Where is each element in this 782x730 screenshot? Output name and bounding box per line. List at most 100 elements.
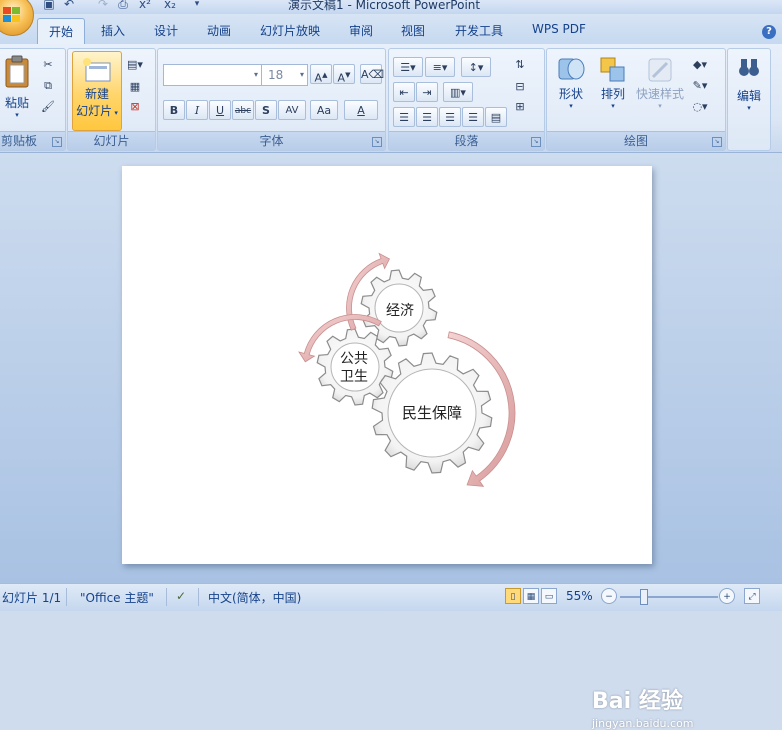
drawing-launcher-icon[interactable]: ↘ — [712, 137, 722, 147]
fit-to-window-icon[interactable]: ⤢ — [744, 588, 760, 604]
copy-icon[interactable]: ⧉ — [37, 76, 59, 96]
help-icon[interactable]: ? — [762, 25, 776, 39]
spell-check-icon[interactable]: ✓ — [176, 589, 186, 603]
font-launcher-icon[interactable]: ↘ — [372, 137, 382, 147]
arrange-dropdown-icon[interactable]: ▾ — [593, 102, 633, 110]
shapes-button[interactable]: 形状 ▾ — [551, 55, 591, 110]
editing-label: 编辑 — [736, 89, 761, 103]
font-size-combo[interactable]: 18 ▾ — [261, 64, 308, 86]
zoom-slider-track[interactable] — [620, 596, 718, 598]
gear-label-livelihood[interactable]: 民生保障 — [384, 402, 480, 423]
group-paragraph: ☰▾ ≡▾ ↕▾ ⇅ ⇤ ⇥ ▥▾ ⊟ ⊞ ☰ ☰ ☰ ☰ ▤ 段落 ↘ — [388, 48, 545, 151]
zoom-slider-thumb[interactable] — [640, 589, 648, 605]
line-spacing-icon[interactable]: ↕▾ — [461, 57, 491, 77]
delete-slide-icon[interactable]: ⊠ — [124, 97, 146, 117]
watermark-logo-text: Bai 经验 — [592, 689, 683, 714]
title-bar: ▣ ↶ ↷ ⎙ x² x₂ ▾ 演示文稿1 - Microsoft PowerP… — [0, 0, 782, 14]
gear-label-economy[interactable]: 经济 — [374, 300, 426, 320]
new-slide-label-1: 新建 — [84, 87, 109, 101]
align-left-icon[interactable]: ☰ — [393, 107, 415, 127]
group-drawing: 形状 ▾ 排列 ▾ 快速样式 ▾ ◆▾ ✎▾ ◌▾ 绘图 ↘ — [546, 48, 726, 151]
cut-icon[interactable]: ✂ — [37, 55, 59, 75]
subscript-icon[interactable]: x₂ — [163, 0, 177, 11]
binoculars-icon — [739, 59, 759, 76]
ribbon: 粘贴 ▾ ✂ ⧉ 🖌 剪贴板 ↘ 新建 幻灯片 ▾ ▤▾ ▦ ⊠ 幻灯片 ▾ 1… — [0, 44, 782, 153]
numbering-icon[interactable]: ≡▾ — [425, 57, 455, 77]
char-spacing-button[interactable]: AV — [278, 100, 306, 120]
bullets-icon[interactable]: ☰▾ — [393, 57, 423, 77]
tab-view[interactable]: 视图 — [401, 22, 425, 39]
gear-label-public-health[interactable]: 公共 卫生 — [328, 350, 380, 386]
paste-dropdown-icon[interactable]: ▾ — [3, 111, 31, 119]
shape-fill-icon[interactable]: ◆▾ — [689, 55, 711, 75]
clear-format-icon[interactable]: A⌫ — [360, 64, 384, 84]
decrease-indent-icon[interactable]: ⇤ — [393, 82, 415, 102]
font-name-combo[interactable]: ▾ — [163, 64, 262, 86]
slide-canvas[interactable]: 经济 公共 卫生 民生保障 — [122, 166, 652, 564]
tab-slideshow[interactable]: 幻灯片放映 — [260, 22, 320, 39]
font-size-dropdown-icon[interactable]: ▾ — [300, 65, 304, 85]
tab-review[interactable]: 审阅 — [349, 22, 373, 39]
normal-view-icon[interactable]: ▯ — [505, 588, 521, 604]
font-group-label: 字体 — [158, 131, 385, 150]
font-color-button[interactable]: A — [344, 100, 378, 120]
editing-button[interactable]: 编辑 ▾ — [730, 55, 768, 112]
quick-styles-dropdown-icon[interactable]: ▾ — [633, 102, 687, 110]
align-right-icon[interactable]: ☰ — [439, 107, 461, 127]
text-direction-icon[interactable]: ⇅ — [509, 55, 531, 75]
redo-icon[interactable]: ↷ — [96, 0, 110, 11]
paste-label: 粘贴 — [4, 96, 29, 110]
tab-wps-pdf[interactable]: WPS PDF — [532, 22, 586, 36]
shape-outline-icon[interactable]: ✎▾ — [689, 76, 711, 96]
slideshow-view-icon[interactable]: ▭ — [541, 588, 557, 604]
arrange-button[interactable]: 排列 ▾ — [593, 55, 633, 110]
format-painter-icon[interactable]: 🖌 — [37, 97, 59, 117]
shape-effects-icon[interactable]: ◌▾ — [689, 97, 711, 117]
gear-diagram[interactable] — [122, 166, 652, 564]
paste-icon — [5, 55, 29, 88]
ribbon-tabs: 开始 插入 设计 动画 幻灯片放映 审阅 视图 开发工具 WPS PDF ? — [0, 14, 782, 46]
quick-styles-button[interactable]: 快速样式 ▾ — [633, 55, 687, 110]
italic-button[interactable]: I — [186, 100, 208, 120]
undo-icon[interactable]: ↶ — [62, 0, 76, 11]
shrink-font-icon[interactable]: A▼ — [333, 64, 355, 85]
tab-design[interactable]: 设计 — [154, 22, 178, 39]
paste-button[interactable]: 粘贴 ▾ — [3, 55, 31, 119]
change-case-button[interactable]: Aa — [310, 100, 338, 120]
smartart-convert-icon[interactable]: ⊞ — [509, 97, 531, 117]
reset-slide-icon[interactable]: ▦ — [124, 77, 146, 97]
clipboard-launcher-icon[interactable]: ↘ — [52, 137, 62, 147]
align-text-icon[interactable]: ⊟ — [509, 77, 531, 97]
theme-status[interactable]: "Office 主题" — [80, 589, 154, 606]
editing-dropdown-icon[interactable]: ▾ — [730, 104, 768, 112]
save-icon[interactable]: ▣ — [42, 0, 56, 11]
shadow-button[interactable]: S — [255, 100, 277, 120]
new-slide-button[interactable]: 新建 幻灯片 ▾ — [72, 51, 122, 131]
align-center-icon[interactable]: ☰ — [416, 107, 438, 127]
tab-insert[interactable]: 插入 — [101, 22, 125, 39]
print-preview-icon[interactable]: ⎙ — [116, 0, 130, 11]
shapes-dropdown-icon[interactable]: ▾ — [551, 102, 591, 110]
tab-animation[interactable]: 动画 — [207, 22, 231, 39]
zoom-in-button[interactable]: + — [719, 588, 735, 604]
distribute-icon[interactable]: ▤ — [485, 107, 507, 127]
columns-icon[interactable]: ▥▾ — [443, 82, 473, 102]
justify-icon[interactable]: ☰ — [462, 107, 484, 127]
zoom-out-button[interactable]: − — [601, 588, 617, 604]
underline-button[interactable]: U — [209, 100, 231, 120]
language-status[interactable]: 中文(简体，中国) — [208, 589, 301, 606]
customize-qat-icon[interactable]: ▾ — [190, 0, 204, 11]
watermark-url: jingyan.baidu.com — [592, 717, 694, 730]
slide-sorter-view-icon[interactable]: ▦ — [523, 588, 539, 604]
superscript-icon[interactable]: x² — [138, 0, 152, 11]
tab-developer[interactable]: 开发工具 — [455, 22, 503, 39]
grow-font-icon[interactable]: A▲ — [310, 64, 332, 85]
increase-indent-icon[interactable]: ⇥ — [416, 82, 438, 102]
layout-icon[interactable]: ▤▾ — [124, 55, 146, 75]
tab-home[interactable]: 开始 — [37, 18, 86, 46]
zoom-level[interactable]: 55% — [566, 589, 593, 603]
bold-button[interactable]: B — [163, 100, 185, 120]
font-name-dropdown-icon[interactable]: ▾ — [254, 65, 258, 85]
paragraph-launcher-icon[interactable]: ↘ — [531, 137, 541, 147]
strikethrough-button[interactable]: abc — [232, 100, 254, 120]
